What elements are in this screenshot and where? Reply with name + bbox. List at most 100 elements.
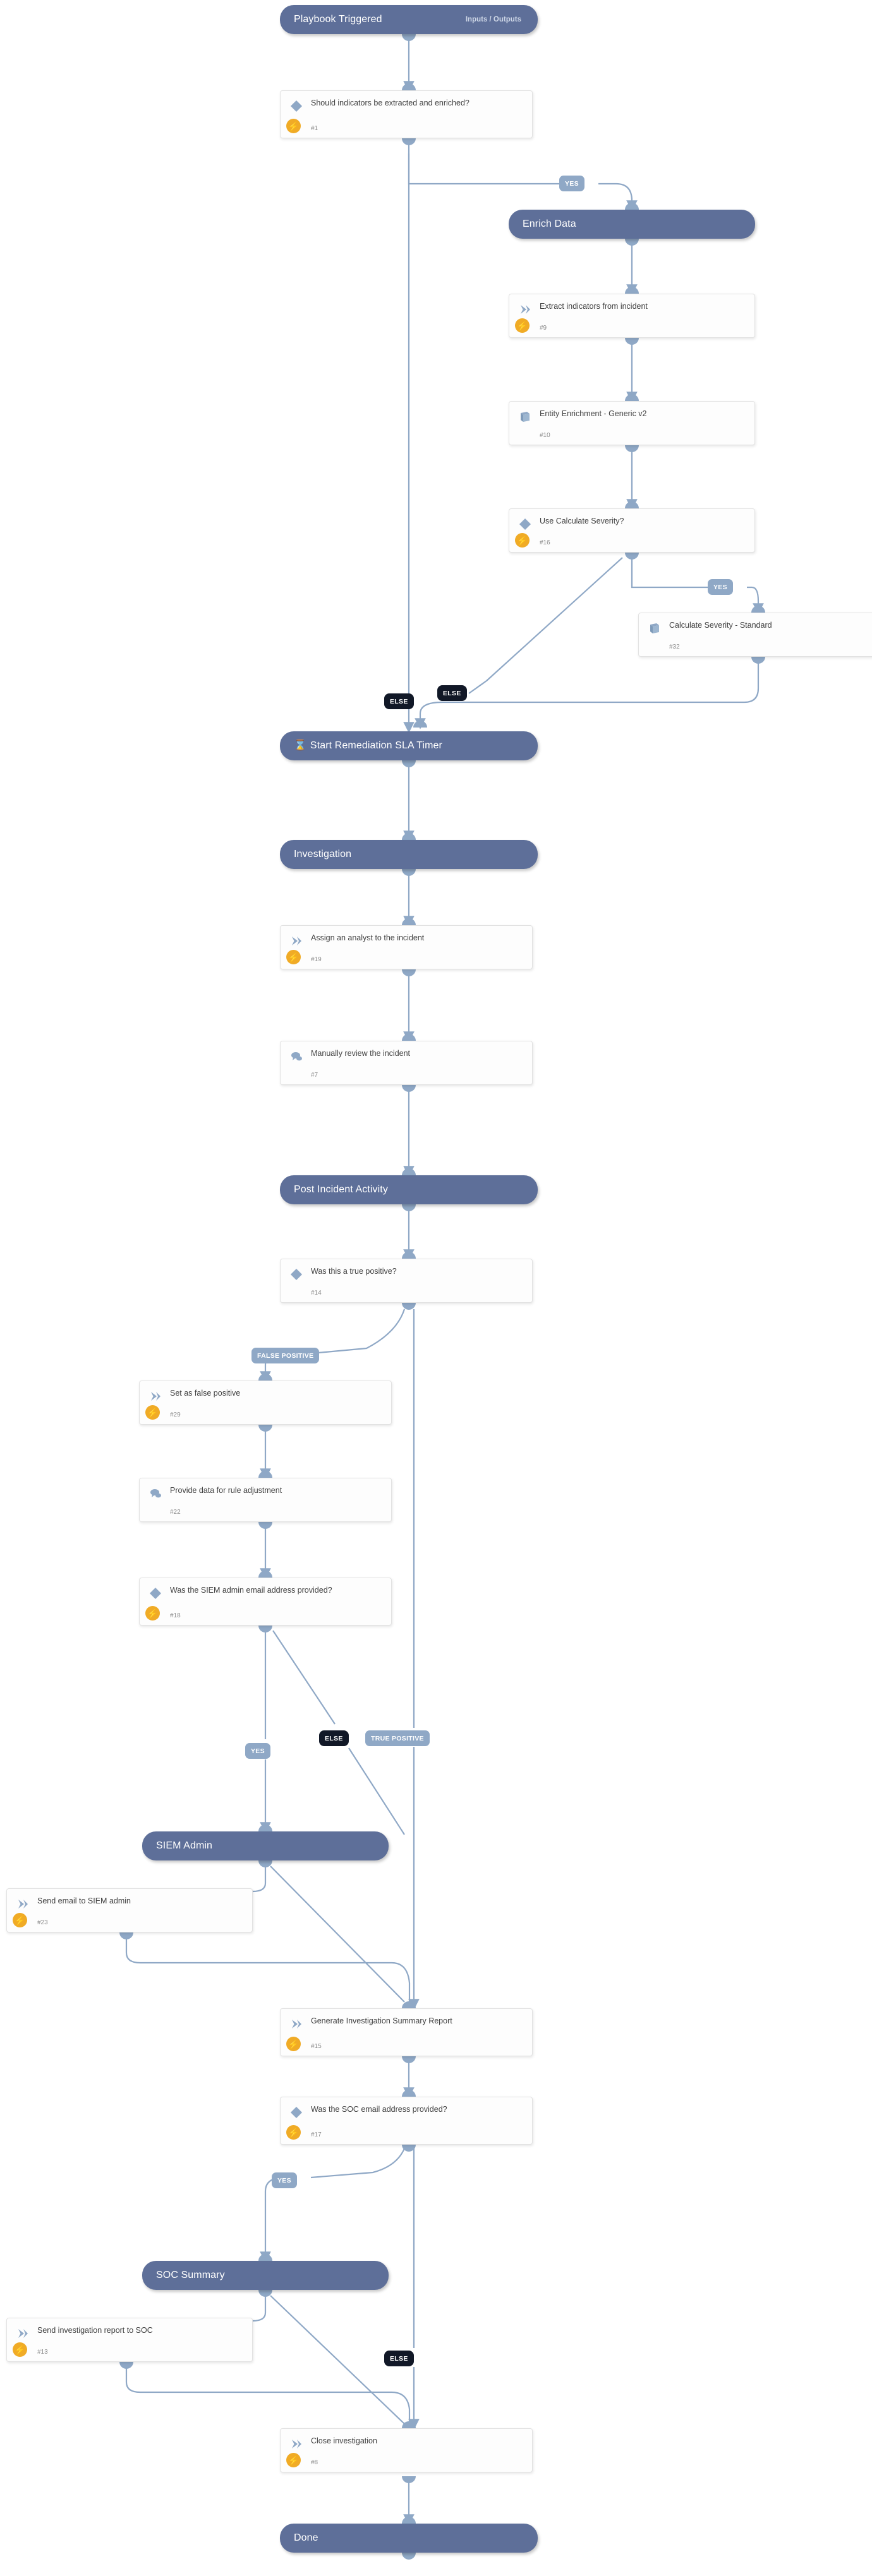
task-title: Assign an analyst to the incident [311, 933, 425, 942]
section-done[interactable]: Done [280, 2524, 538, 2553]
edge-label-else[interactable]: ELSE [437, 685, 467, 701]
task-card-generate-investigation-summary-report[interactable]: Generate Investigation Summary Report ⚡ … [280, 2008, 533, 2056]
port-out [402, 34, 416, 41]
edge-label-false-positive[interactable]: FALSE POSITIVE [251, 1348, 320, 1363]
port-out [402, 2476, 416, 2483]
automation-bolt-icon: ⚡ [13, 2342, 27, 2357]
edge-label-yes[interactable]: YES [708, 579, 733, 595]
section-label: SOC Summary [156, 2270, 225, 2280]
port-in [625, 287, 639, 294]
edge-label-yes[interactable]: YES [559, 176, 584, 191]
port-out [119, 1932, 133, 1939]
task-card-set-as-false-positive[interactable]: Set as false positive ⚡ #29 [139, 1381, 392, 1425]
playbook-canvas: Playbook Triggered Inputs / Outputs Enri… [0, 0, 872, 2576]
port-out [402, 869, 416, 876]
automation-bolt-icon: ⚡ [286, 2037, 301, 2051]
section-siem-admin[interactable]: SIEM Admin [142, 1831, 389, 1860]
task-number: #8 [311, 2459, 318, 2466]
port-in [402, 1168, 416, 1175]
section-soc-summary[interactable]: SOC Summary [142, 2261, 389, 2290]
task-card-was-this-a-true-positive[interactable]: Was this a true positive? #14 [280, 1259, 533, 1303]
hourglass-icon: ⌛ [294, 740, 306, 751]
port-out [402, 760, 416, 767]
port-in [625, 394, 639, 401]
task-card-calculate-severity-standard[interactable]: Calculate Severity - Standard #32 [638, 613, 872, 657]
automation-bolt-icon: ⚡ [286, 2453, 301, 2467]
port-in [258, 2254, 272, 2261]
port-in [625, 203, 639, 210]
task-title: Entity Enrichment - Generic v2 [540, 409, 647, 418]
task-card-was-the-siem-admin-email-address-provided[interactable]: Was the SIEM admin email address provide… [139, 1578, 392, 1626]
port-out [119, 2362, 133, 2369]
condition-diamond-icon [289, 2106, 303, 2119]
edge-label-true-positive[interactable]: TRUE POSITIVE [365, 1730, 430, 1746]
section-post-incident-activity[interactable]: Post Incident Activity [280, 1175, 538, 1204]
edge-label-yes[interactable]: YES [245, 1743, 270, 1759]
edge-label-yes[interactable]: YES [272, 2172, 297, 2188]
port-out [258, 1860, 272, 1867]
port-out [625, 239, 639, 246]
port-in [258, 1571, 272, 1578]
playbook-book-icon [518, 410, 532, 424]
playbook-book-icon [648, 621, 662, 635]
edge-label-else[interactable]: ELSE [384, 2351, 414, 2366]
port-out [625, 553, 639, 560]
task-card-send-investigation-report-to-soc[interactable]: Send investigation report to SOC ⚡ #13 [6, 2318, 253, 2362]
port-in [258, 1471, 272, 1478]
automation-bolt-icon: ⚡ [286, 2125, 301, 2140]
edge-label-else[interactable]: ELSE [319, 1730, 349, 1746]
section-investigation[interactable]: Investigation [280, 840, 538, 869]
automation-bolt-icon: ⚡ [145, 1405, 160, 1420]
edge-label-else[interactable]: ELSE [384, 693, 414, 709]
port-in [402, 83, 416, 90]
task-card-extract-indicators-from-incident[interactable]: Extract indicators from incident ⚡ #9 [509, 294, 755, 338]
command-arrow-icon [16, 2327, 30, 2340]
section-label: Post Incident Activity [294, 1184, 388, 1195]
section-playbook-triggered[interactable]: Playbook Triggered Inputs / Outputs [280, 5, 538, 34]
port-out [402, 138, 416, 145]
section-enrich-data[interactable]: Enrich Data [509, 210, 755, 239]
command-arrow-icon [289, 934, 303, 948]
port-in [258, 1374, 272, 1381]
task-card-was-the-soc-email-address-provided[interactable]: Was the SOC email address provided? ⚡ #1… [280, 2097, 533, 2145]
port-out [751, 657, 765, 664]
automation-bolt-icon: ⚡ [286, 119, 301, 133]
task-title: Manually review the incident [311, 1049, 411, 1058]
port-out [258, 1522, 272, 1529]
task-card-manually-review-the-incident[interactable]: Manually review the incident #7 [280, 1041, 533, 1085]
port-out [402, 2145, 416, 2152]
condition-diamond-icon [289, 99, 303, 113]
automation-bolt-icon: ⚡ [515, 318, 530, 333]
command-arrow-icon [148, 1389, 162, 1403]
section-sublabel[interactable]: Inputs / Outputs [466, 16, 524, 23]
port-in [413, 721, 427, 728]
command-arrow-icon [289, 2437, 303, 2451]
section-start-remediation-sla-timer[interactable]: ⌛ Start Remediation SLA Timer [280, 731, 538, 760]
task-number: #19 [311, 956, 322, 963]
task-number: #10 [540, 432, 550, 439]
task-number: #29 [170, 1411, 181, 1418]
task-card-send-email-to-siem-admin[interactable]: Send email to SIEM admin ⚡ #23 [6, 1888, 253, 1932]
automation-bolt-icon: ⚡ [145, 1606, 160, 1620]
task-number: #32 [669, 644, 680, 650]
task-number: #18 [170, 1612, 181, 1619]
port-out [258, 2290, 272, 2297]
task-card-provide-data-for-rule-adjustment[interactable]: Provide data for rule adjustment #22 [139, 1478, 392, 1522]
task-card-entity-enrichment-generic-v2[interactable]: Entity Enrichment - Generic v2 #10 [509, 401, 755, 445]
task-title: Generate Investigation Summary Report [311, 2016, 452, 2025]
port-out [402, 2553, 416, 2560]
port-out [402, 1303, 416, 1310]
task-card-should-indicators-be-extracted[interactable]: Should indicators be extracted and enric… [280, 90, 533, 138]
port-in [402, 2421, 416, 2428]
port-in [751, 606, 765, 613]
task-number: #7 [311, 1072, 318, 1079]
task-title: Was the SIEM admin email address provide… [170, 1586, 332, 1595]
section-label: Playbook Triggered [294, 14, 382, 25]
task-card-close-investigation[interactable]: Close investigation ⚡ #8 [280, 2428, 533, 2472]
task-number: #9 [540, 325, 547, 332]
port-out [402, 2056, 416, 2063]
task-card-assign-an-analyst-to-the-incident[interactable]: Assign an analyst to the incident ⚡ #19 [280, 925, 533, 969]
port-out [402, 1204, 416, 1211]
port-out [625, 445, 639, 452]
task-card-use-calculate-severity[interactable]: Use Calculate Severity? ⚡ #16 [509, 508, 755, 553]
